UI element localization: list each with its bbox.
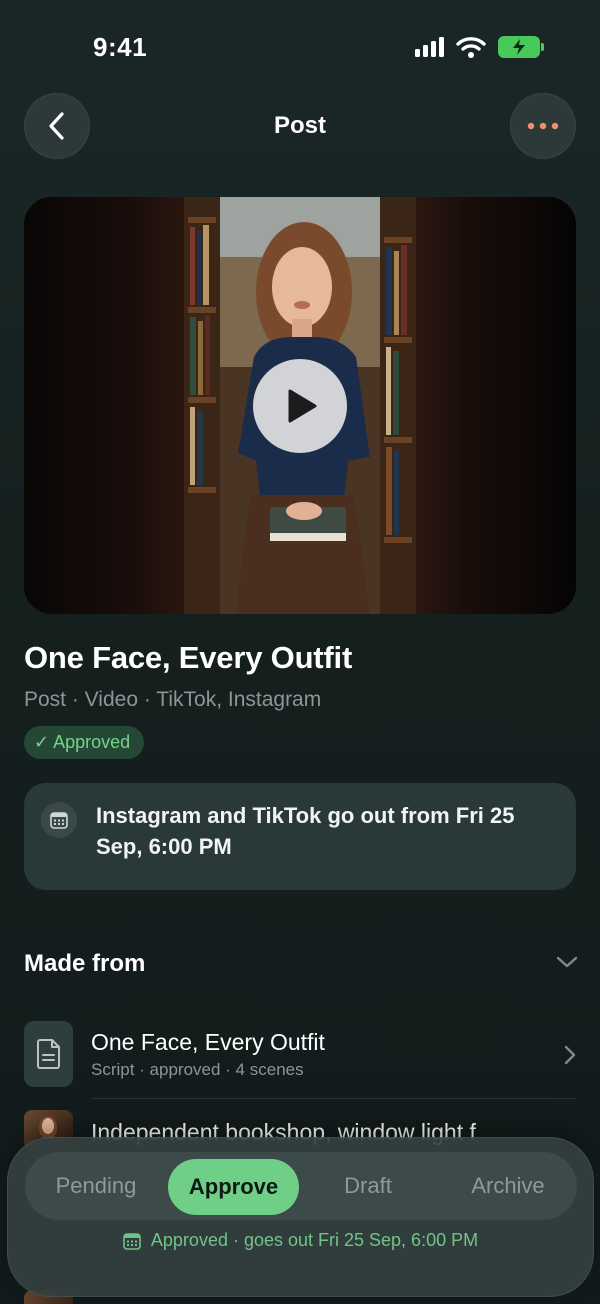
segment-pending[interactable]: Pending (25, 1152, 167, 1220)
approval-status-line: Approved · goes out Fri 25 Sep, 6:00 PM (8, 1230, 593, 1251)
more-options-button[interactable] (510, 93, 576, 159)
battery-icon (498, 36, 544, 58)
status-action-panel: Pending Approve Draft Archive Approved ·… (7, 1137, 594, 1297)
source-item-script[interactable]: One Face, Every Outfit Script · approved… (24, 1021, 576, 1089)
post-meta: Post · Video · TikTok, Instagram (24, 688, 322, 711)
wifi-icon (456, 37, 486, 58)
chevron-right-icon (564, 1045, 576, 1065)
status-icons (415, 36, 544, 58)
row-chevron (564, 1045, 576, 1070)
video-preview[interactable] (24, 197, 576, 614)
more-horizontal-icon (527, 122, 559, 130)
row-divider (91, 1098, 576, 1099)
script-thumbnail (24, 1021, 73, 1087)
status-segmented-control: Pending Approve Draft Archive (25, 1152, 577, 1220)
calendar-icon (123, 1232, 141, 1250)
made-from-header: Made from (24, 950, 146, 977)
status-bar: 9:41 (0, 0, 600, 96)
video-blur-right (416, 197, 576, 614)
source-item-title: One Face, Every Outfit (91, 1029, 325, 1055)
signal-icon (415, 37, 444, 57)
document-icon (36, 1039, 60, 1069)
schedule-card[interactable]: Instagram and TikTok go out from Fri 25 … (24, 783, 576, 890)
status-badge: ✓ Approved (24, 726, 145, 759)
calendar-icon (50, 812, 68, 829)
segment-archive[interactable]: Archive (439, 1152, 577, 1220)
status-time: 9:41 (93, 32, 148, 62)
segment-approve[interactable]: Approve (168, 1159, 299, 1215)
approval-status-text: Approved · goes out Fri 25 Sep, 6:00 PM (150, 1230, 479, 1250)
source-item-subtitle: Script · approved · 4 scenes (91, 1060, 304, 1079)
section-collapse-toggle[interactable] (556, 955, 578, 974)
segment-draft[interactable]: Draft (301, 1152, 435, 1220)
post-title: One Face, Every Outfit (24, 640, 353, 675)
play-button[interactable] (253, 359, 347, 453)
schedule-icon-container (41, 802, 77, 838)
chevron-down-icon (556, 956, 578, 968)
schedule-text: Instagram and TikTok go out from Fri 25 … (96, 803, 515, 859)
video-blur-left (24, 197, 184, 614)
play-icon (288, 389, 317, 423)
